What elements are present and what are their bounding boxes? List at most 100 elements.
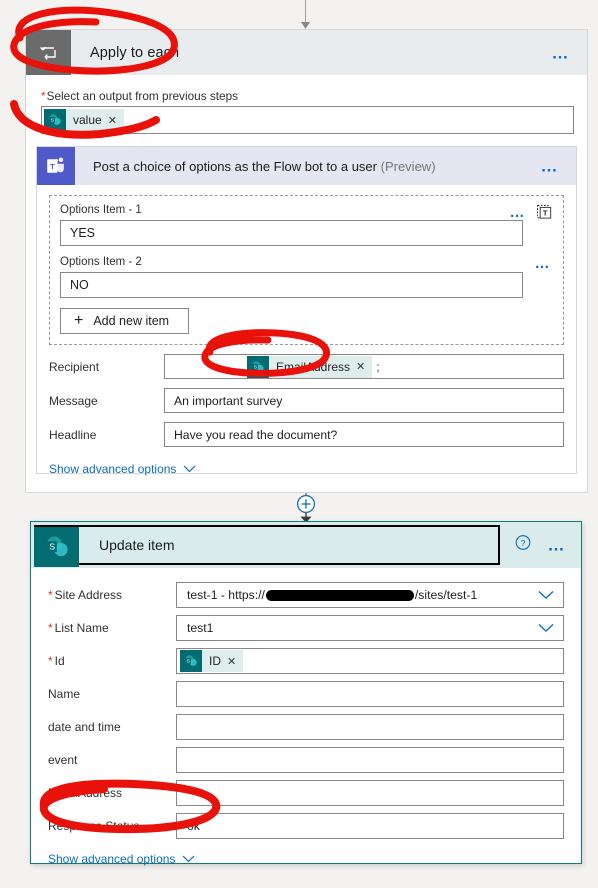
- date-and-time-label: date and time: [48, 720, 121, 734]
- recipient-separator: ;: [376, 359, 380, 374]
- site-address-input[interactable]: test-1 - https:// /sites/test-1: [176, 582, 564, 608]
- date-and-time-input[interactable]: [176, 714, 564, 740]
- token-label: EmailAddress: [276, 359, 351, 374]
- apply-to-each-header[interactable]: Apply to each …: [26, 30, 587, 75]
- list-name-label: * List Name: [48, 621, 176, 635]
- recipient-input[interactable]: S EmailAddress ✕ ;: [164, 354, 564, 379]
- select-output-label-text: Select an output from previous steps: [46, 89, 239, 103]
- update-item-header[interactable]: S Update item ? …: [31, 522, 581, 568]
- svg-text:S: S: [254, 364, 257, 370]
- top-connector-stub: [305, 0, 306, 22]
- add-new-item-button[interactable]: + Add new item: [60, 308, 189, 334]
- update-item-body: * Site Address test-1 - https:///sites/te…: [31, 568, 581, 868]
- recipient-row: Recipient S EmailAddress ✕ ;: [49, 354, 564, 379]
- token-remove-icon[interactable]: ✕: [356, 360, 372, 373]
- chevron-down-icon: [183, 462, 196, 476]
- plus-icon: +: [74, 312, 84, 329]
- id-label: * Id: [48, 654, 176, 668]
- list-name-input[interactable]: test1: [176, 615, 564, 641]
- update-item-menu-button[interactable]: …: [548, 537, 568, 554]
- options-item-2-menu-button[interactable]: …: [535, 256, 553, 271]
- options-item-1-input[interactable]: YES: [60, 220, 523, 246]
- list-name-row: * List Name test1: [48, 615, 564, 641]
- token-id[interactable]: S ID ✕: [180, 650, 244, 672]
- preview-tag: (Preview): [380, 158, 436, 174]
- update-item-title: Update item: [99, 537, 175, 553]
- help-icon[interactable]: ?: [515, 535, 531, 556]
- response-status-input[interactable]: ok: [176, 813, 564, 839]
- post-choice-menu-button[interactable]: …: [541, 158, 561, 175]
- event-label: event: [48, 753, 78, 767]
- site-address-value-prefix: test-1 - https://: [187, 588, 265, 602]
- event-row: event: [48, 747, 564, 773]
- id-label-text: Id: [54, 654, 65, 668]
- canvas-left-rail: [0, 0, 11, 888]
- options-item-row-1: Options Item - 1 YES … T: [60, 204, 553, 246]
- teams-show-advanced-options-link[interactable]: Show advanced options: [49, 462, 196, 476]
- canvas-right-gutter: [588, 0, 598, 888]
- name-row: Name: [48, 681, 564, 707]
- name-input[interactable]: [176, 681, 564, 707]
- token-remove-icon[interactable]: ✕: [227, 655, 243, 668]
- chevron-down-icon[interactable]: [538, 590, 554, 600]
- options-item-1-label: Options Item - 1: [60, 204, 142, 216]
- options-item-2-tools: …: [535, 256, 553, 271]
- sharepoint-icon: S: [44, 109, 66, 131]
- emailaddress-label: EmailAddress: [48, 786, 123, 800]
- list-name-value: test1: [187, 621, 214, 635]
- options-item-row-2: Options Item - 2 NO …: [60, 256, 553, 298]
- svg-text:S: S: [49, 541, 55, 551]
- apply-to-each-body: *Select an output from previous steps S …: [26, 75, 587, 134]
- flow-designer-canvas: Apply to each … *Select an output from p…: [0, 0, 598, 888]
- sharepoint-icon: S: [34, 526, 79, 567]
- redaction-bar: [265, 589, 414, 601]
- list-name-label-text: List Name: [54, 621, 109, 635]
- update-item-show-advanced-options-link[interactable]: Show advanced options: [48, 852, 195, 866]
- teams-icon: T: [37, 147, 75, 185]
- token-remove-icon[interactable]: ✕: [108, 114, 124, 127]
- required-asterisk: *: [48, 654, 53, 668]
- select-output-input[interactable]: S value ✕: [41, 106, 574, 134]
- chevron-down-icon: [182, 852, 195, 866]
- expression-t-icon[interactable]: T: [537, 204, 552, 220]
- apply-to-each-title: Apply to each: [90, 44, 180, 61]
- id-input[interactable]: S ID ✕: [176, 648, 564, 674]
- chevron-down-icon[interactable]: [538, 623, 554, 633]
- date-and-time-row: date and time: [48, 714, 564, 740]
- response-status-row: Response Status ok: [48, 813, 564, 839]
- options-item-1-menu-button[interactable]: …: [510, 205, 528, 220]
- recipient-label: Recipient: [49, 359, 100, 374]
- add-new-item-label: Add new item: [93, 314, 170, 328]
- select-output-label: *Select an output from previous steps: [41, 89, 572, 103]
- token-emailaddress[interactable]: S EmailAddress ✕: [247, 355, 373, 378]
- message-input[interactable]: An important survey: [164, 388, 564, 413]
- sharepoint-icon: S: [247, 355, 269, 378]
- emailaddress-input[interactable]: [176, 780, 564, 806]
- update-item-card[interactable]: S Update item ? … * Site Address test-1 …: [30, 521, 582, 866]
- event-input[interactable]: [176, 747, 564, 773]
- svg-text:S: S: [51, 117, 54, 123]
- site-address-label-text: Site Address: [54, 588, 123, 602]
- apply-to-each-menu-button[interactable]: …: [552, 44, 572, 61]
- loop-icon: [26, 30, 71, 75]
- headline-label: Headline: [49, 427, 97, 442]
- options-item-1-tools: … T: [510, 204, 553, 220]
- post-choice-title: Post a choice of options as the Flow bot…: [93, 159, 436, 174]
- token-value[interactable]: S value ✕: [44, 109, 124, 131]
- response-status-label: Response Status: [48, 819, 140, 833]
- svg-text:T: T: [543, 209, 548, 218]
- svg-text:?: ?: [520, 538, 525, 548]
- update-item-show-advanced-options-label: Show advanced options: [48, 852, 176, 866]
- top-connector-arrow-icon: [301, 22, 310, 29]
- headline-input[interactable]: Have you read the document?: [164, 422, 564, 447]
- options-repeater: Options Item - 1 YES … T Options Item - …: [49, 195, 564, 345]
- emailaddress-row: EmailAddress: [48, 780, 564, 806]
- options-item-2-input[interactable]: NO: [60, 272, 523, 298]
- post-choice-header[interactable]: T Post a choice of options as the Flow b…: [37, 147, 576, 185]
- site-address-label: * Site Address: [48, 588, 176, 602]
- sharepoint-icon: S: [180, 650, 202, 672]
- post-choice-body: Options Item - 1 YES … T Options Item - …: [37, 185, 576, 478]
- post-choice-action-card[interactable]: T Post a choice of options as the Flow b…: [36, 146, 577, 476]
- name-label: Name: [48, 687, 81, 701]
- required-asterisk: *: [41, 89, 46, 103]
